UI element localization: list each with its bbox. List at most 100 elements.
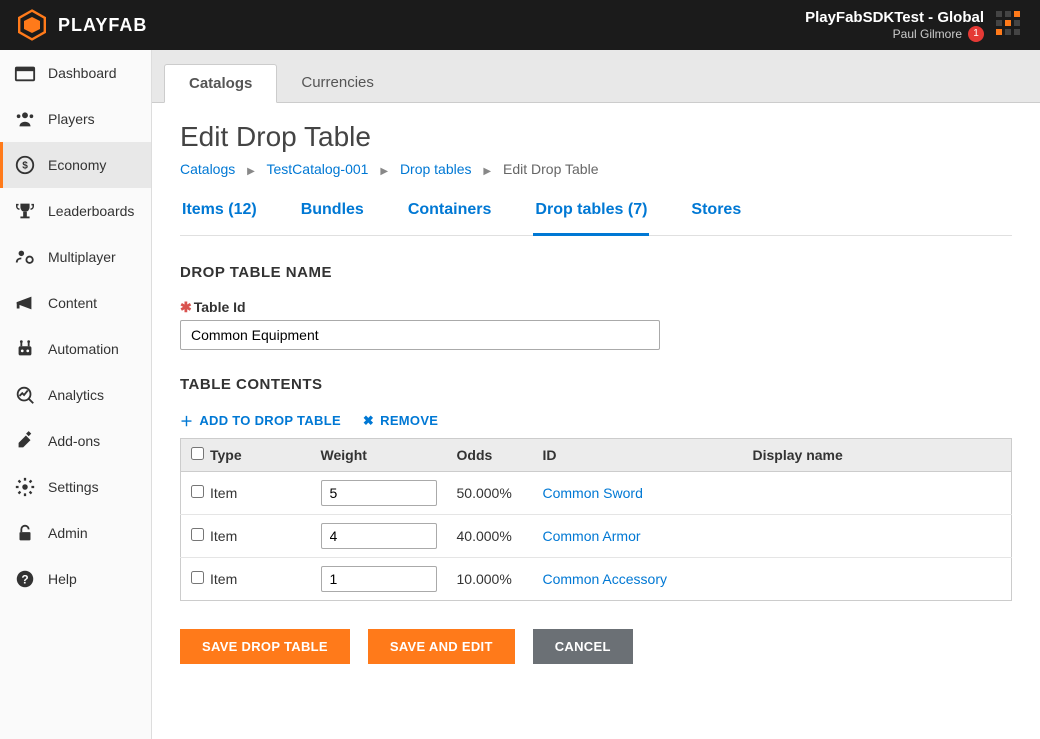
leaderboards-icon bbox=[14, 200, 36, 222]
svg-text:$: $ bbox=[22, 161, 28, 172]
sidebar: Dashboard Players $ Economy Leaderboards… bbox=[0, 50, 152, 739]
sidebar-item-label: Automation bbox=[48, 341, 119, 357]
save-and-edit-button[interactable]: SAVE AND EDIT bbox=[368, 629, 515, 664]
sidebar-item-players[interactable]: Players bbox=[0, 96, 151, 142]
svg-text:?: ? bbox=[21, 573, 28, 587]
brand-logo[interactable]: PLAYFAB bbox=[16, 9, 147, 41]
user-menu[interactable]: Paul Gilmore 1 bbox=[893, 26, 984, 42]
chevron-right-icon: ▶ bbox=[483, 166, 491, 177]
page-title: Edit Drop Table bbox=[180, 121, 1012, 153]
table-row: Item 10.000% Common Accessory bbox=[181, 558, 1012, 601]
row-checkbox[interactable] bbox=[191, 528, 204, 541]
row-id-link[interactable]: Common Accessory bbox=[543, 571, 667, 587]
section-drop-table-name: DROP TABLE NAME bbox=[180, 264, 1012, 281]
breadcrumb-drop-tables[interactable]: Drop tables bbox=[400, 161, 472, 177]
main-content: Catalogs Currencies Edit Drop Table Cata… bbox=[152, 50, 1040, 739]
chevron-right-icon: ▶ bbox=[247, 166, 255, 177]
breadcrumb-current: Edit Drop Table bbox=[503, 161, 598, 177]
playfab-logo-icon bbox=[16, 9, 48, 41]
multiplayer-icon bbox=[14, 246, 36, 268]
row-id-link[interactable]: Common Sword bbox=[543, 485, 643, 501]
row-display bbox=[743, 558, 1012, 601]
row-id-link[interactable]: Common Armor bbox=[543, 528, 641, 544]
sidebar-item-settings[interactable]: Settings bbox=[0, 464, 151, 510]
help-icon: ? bbox=[14, 568, 36, 590]
col-odds: Odds bbox=[447, 439, 533, 472]
automation-icon bbox=[14, 338, 36, 360]
subtab-bundles[interactable]: Bundles bbox=[299, 195, 366, 235]
economy-icon: $ bbox=[14, 154, 36, 176]
sidebar-item-label: Admin bbox=[48, 525, 88, 541]
col-display: Display name bbox=[743, 439, 1012, 472]
save-drop-table-button[interactable]: SAVE DROP TABLE bbox=[180, 629, 350, 664]
settings-icon bbox=[14, 476, 36, 498]
weight-input[interactable] bbox=[321, 566, 437, 592]
admin-icon bbox=[14, 522, 36, 544]
remove-button[interactable]: ✖ REMOVE bbox=[363, 411, 438, 430]
breadcrumb-catalogs[interactable]: Catalogs bbox=[180, 161, 235, 177]
subtab-containers[interactable]: Containers bbox=[406, 195, 494, 235]
select-all-checkbox[interactable] bbox=[191, 447, 204, 460]
analytics-icon bbox=[14, 384, 36, 406]
addons-icon bbox=[14, 430, 36, 452]
row-type: Item bbox=[210, 571, 237, 587]
sidebar-item-content[interactable]: Content bbox=[0, 280, 151, 326]
breadcrumb: Catalogs ▶ TestCatalog-001 ▶ Drop tables… bbox=[180, 161, 1012, 177]
app-switcher-icon[interactable] bbox=[996, 11, 1024, 39]
content-icon bbox=[14, 292, 36, 314]
top-tabstrip: Catalogs Currencies bbox=[152, 50, 1040, 103]
sidebar-item-multiplayer[interactable]: Multiplayer bbox=[0, 234, 151, 280]
sidebar-item-analytics[interactable]: Analytics bbox=[0, 372, 151, 418]
tab-currencies[interactable]: Currencies bbox=[277, 64, 398, 102]
sidebar-item-automation[interactable]: Automation bbox=[0, 326, 151, 372]
sidebar-item-leaderboards[interactable]: Leaderboards bbox=[0, 188, 151, 234]
weight-input[interactable] bbox=[321, 480, 437, 506]
table-id-input[interactable] bbox=[180, 320, 660, 350]
subtab-items[interactable]: Items (12) bbox=[180, 195, 259, 235]
plus-icon: ＋ bbox=[180, 411, 193, 430]
row-checkbox[interactable] bbox=[191, 485, 204, 498]
sidebar-item-label: Multiplayer bbox=[48, 249, 116, 265]
sidebar-item-addons[interactable]: Add-ons bbox=[0, 418, 151, 464]
subtab-stores[interactable]: Stores bbox=[689, 195, 743, 235]
sidebar-item-label: Analytics bbox=[48, 387, 104, 403]
col-weight: Weight bbox=[311, 439, 447, 472]
section-table-contents: TABLE CONTENTS bbox=[180, 376, 1012, 393]
row-type: Item bbox=[210, 485, 237, 501]
sidebar-item-economy[interactable]: $ Economy bbox=[0, 142, 151, 188]
sidebar-item-label: Content bbox=[48, 295, 97, 311]
close-icon: ✖ bbox=[363, 413, 374, 429]
row-odds: 10.000% bbox=[447, 558, 533, 601]
table-row: Item 40.000% Common Armor bbox=[181, 515, 1012, 558]
cancel-button[interactable]: CANCEL bbox=[533, 629, 633, 664]
required-star-icon: ✱ bbox=[180, 299, 192, 315]
sidebar-item-dashboard[interactable]: Dashboard bbox=[0, 50, 151, 96]
row-display bbox=[743, 472, 1012, 515]
brand-name: PLAYFAB bbox=[58, 15, 147, 36]
row-odds: 40.000% bbox=[447, 515, 533, 558]
tab-catalogs[interactable]: Catalogs bbox=[164, 64, 277, 103]
col-type: Type bbox=[210, 447, 242, 463]
players-icon bbox=[14, 108, 36, 130]
sidebar-item-label: Help bbox=[48, 571, 77, 587]
col-id: ID bbox=[533, 439, 743, 472]
row-checkbox[interactable] bbox=[191, 571, 204, 584]
sidebar-item-help[interactable]: ? Help bbox=[0, 556, 151, 602]
notification-badge: 1 bbox=[968, 26, 984, 42]
row-odds: 50.000% bbox=[447, 472, 533, 515]
app-header: PLAYFAB PlayFabSDKTest - Global Paul Gil… bbox=[0, 0, 1040, 50]
add-to-drop-table-button[interactable]: ＋ ADD TO DROP TABLE bbox=[180, 411, 341, 430]
breadcrumb-catalog-id[interactable]: TestCatalog-001 bbox=[267, 161, 369, 177]
sidebar-item-label: Economy bbox=[48, 157, 106, 173]
chevron-right-icon: ▶ bbox=[380, 166, 388, 177]
weight-input[interactable] bbox=[321, 523, 437, 549]
contents-table: Type Weight Odds ID Display name Item 50… bbox=[180, 438, 1012, 601]
sidebar-item-admin[interactable]: Admin bbox=[0, 510, 151, 556]
catalog-subtabs: Items (12) Bundles Containers Drop table… bbox=[180, 195, 1012, 236]
title-context[interactable]: PlayFabSDKTest - Global bbox=[805, 9, 984, 26]
sidebar-item-label: Add-ons bbox=[48, 433, 100, 449]
table-id-label: ✱Table Id bbox=[180, 299, 1012, 316]
dashboard-icon bbox=[14, 62, 36, 84]
subtab-drop-tables[interactable]: Drop tables (7) bbox=[533, 195, 649, 236]
sidebar-item-label: Leaderboards bbox=[48, 203, 134, 219]
